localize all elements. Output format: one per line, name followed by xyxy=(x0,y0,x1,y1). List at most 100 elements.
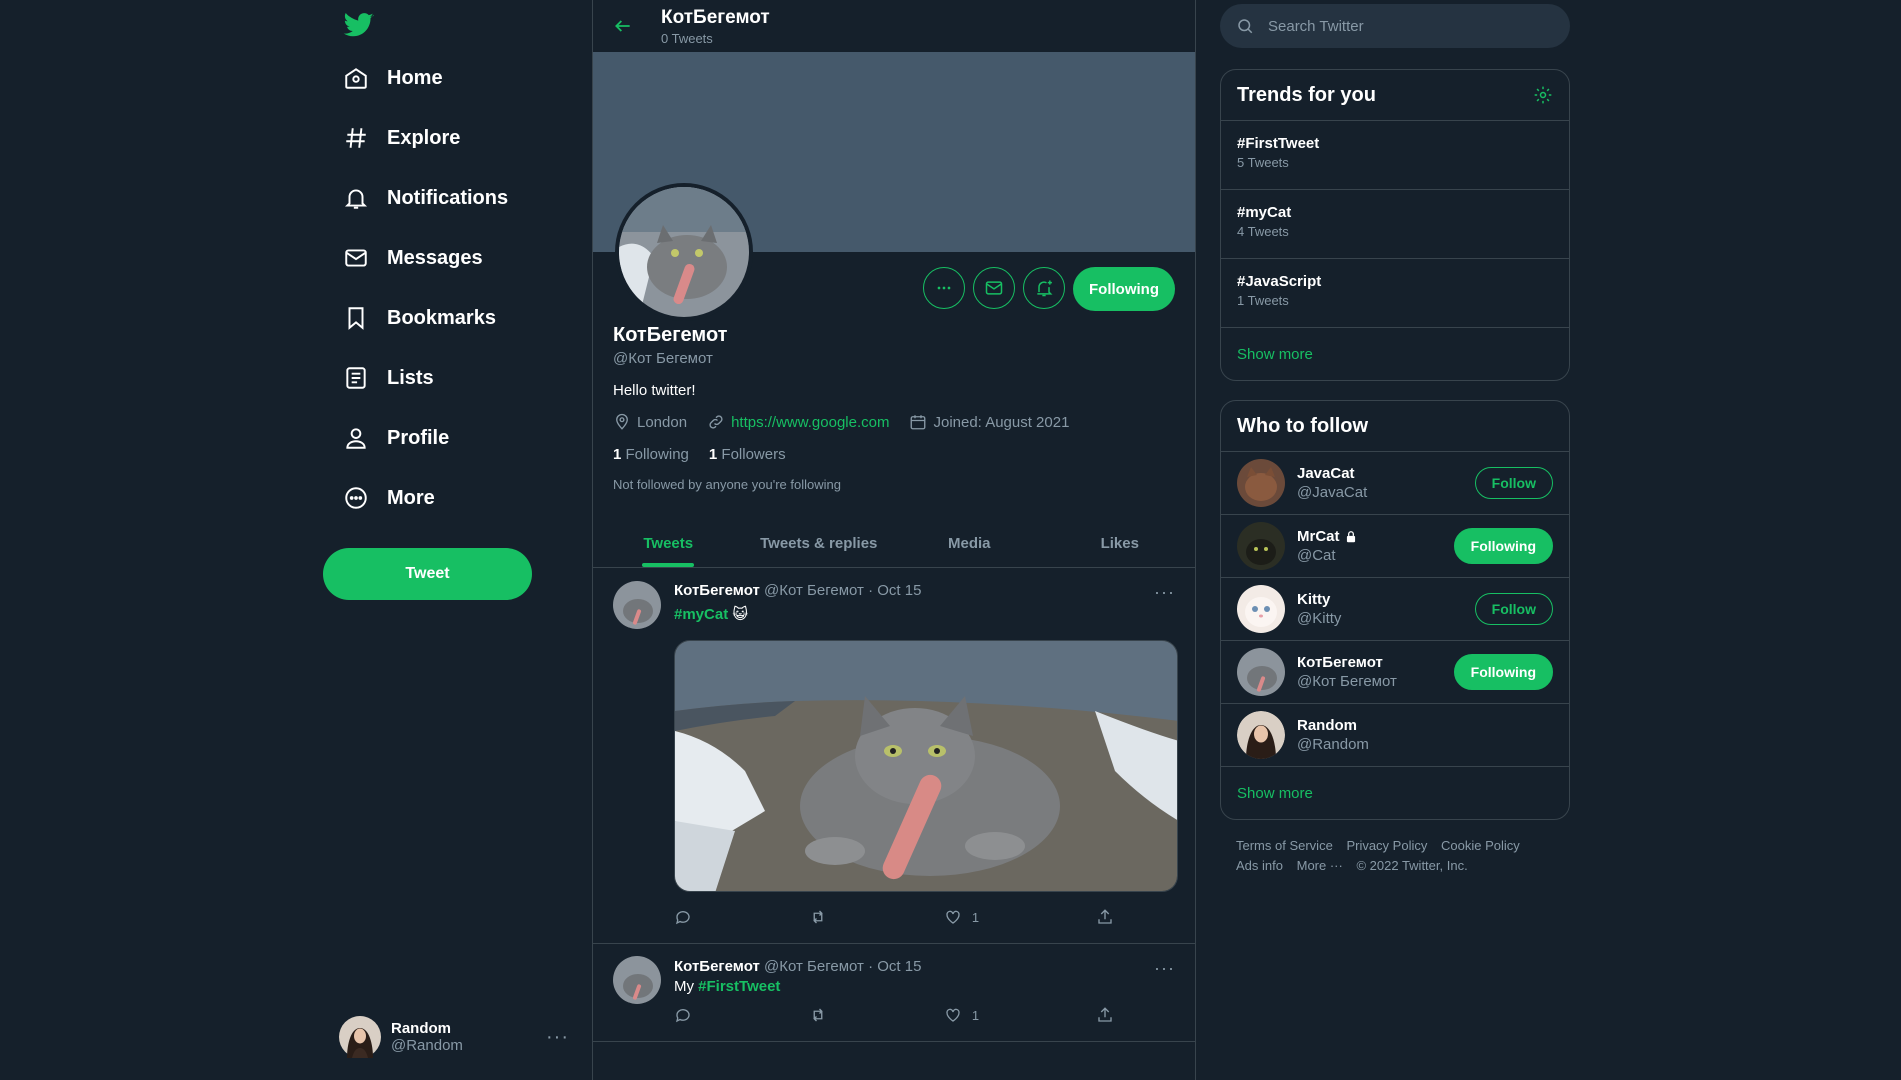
like-count: 1 xyxy=(971,1007,980,1023)
tab-media[interactable]: Media xyxy=(894,520,1045,567)
following-count: 1 xyxy=(613,446,622,463)
header-tweet-count: 0 Tweets xyxy=(661,30,713,46)
tweet-hashtag[interactable]: #FirstTweet xyxy=(698,978,780,995)
followers-count: 1 xyxy=(708,446,718,463)
trend-item[interactable]: #myCat 4 Tweets xyxy=(1221,190,1569,259)
tweet-image[interactable] xyxy=(674,640,1178,892)
follow-suggestion[interactable]: Kitty @Kitty Follow xyxy=(1221,578,1569,641)
following-button[interactable]: Following xyxy=(1453,528,1553,564)
follow-suggestion[interactable]: JavaCat @JavaCat Follow xyxy=(1221,452,1569,515)
nav-item-more[interactable]: More xyxy=(343,476,435,520)
avatar xyxy=(1237,585,1285,633)
follow-button[interactable]: Follow xyxy=(1474,467,1553,499)
trend-item[interactable]: #FirstTweet 5 Tweets xyxy=(1221,121,1569,190)
tab-likes[interactable]: Likes xyxy=(1045,520,1196,567)
nav-item-notifications[interactable]: Notifications xyxy=(343,176,508,220)
trend-item[interactable]: #JavaScript 1 Tweets xyxy=(1221,259,1569,328)
tweet-text: My #FirstTweet xyxy=(674,978,780,995)
nav-item-lists[interactable]: Lists xyxy=(343,356,434,400)
more-horizontal-icon xyxy=(937,286,951,290)
notify-button[interactable] xyxy=(1023,267,1066,309)
tweet-header: КотБегемот @Кот Бегемот · Oct 15 xyxy=(674,582,922,599)
tweet-more-button[interactable]: ··· xyxy=(1154,958,1175,979)
follow-suggestion[interactable]: MrCat @Cat Following xyxy=(1221,515,1569,578)
gear-icon[interactable] xyxy=(1533,85,1553,105)
retweet-button[interactable] xyxy=(809,1006,827,1024)
cat-emoji-icon: 😺 xyxy=(732,606,749,623)
reply-button[interactable] xyxy=(674,908,692,926)
profile-avatar[interactable] xyxy=(615,183,753,321)
tweet-author-name[interactable]: КотБегемот xyxy=(674,582,760,599)
profile-column: КотБегемот 0 Tweets Following КотБегемот… xyxy=(592,0,1196,1080)
follow-suggestion[interactable]: КотБегемот @Кот Бегемот Following xyxy=(1221,641,1569,704)
privacy-link[interactable]: Privacy Policy xyxy=(1346,838,1427,853)
tweet-author-handle: @Кот Бегемот xyxy=(764,582,864,599)
reply-icon xyxy=(675,911,690,925)
link-icon xyxy=(709,415,723,429)
tab-tweets-replies[interactable]: Tweets & replies xyxy=(744,520,895,567)
tweet-button[interactable]: Tweet xyxy=(323,548,532,600)
message-button[interactable] xyxy=(973,267,1016,309)
retweet-button[interactable] xyxy=(809,908,827,926)
more-link[interactable]: More ··· xyxy=(1297,858,1343,873)
more-dots-icon[interactable]: ··· xyxy=(546,1026,569,1049)
tweet-avatar[interactable] xyxy=(613,956,661,1004)
suggestion-name: JavaCat xyxy=(1297,465,1355,482)
nav-item-messages[interactable]: Messages xyxy=(343,236,483,280)
like-button[interactable]: 1 xyxy=(944,908,979,926)
tab-tweets[interactable]: Tweets xyxy=(593,520,744,567)
suggestion-name-text: MrCat xyxy=(1297,528,1340,545)
profile-handle: @Кот Бегемот xyxy=(613,350,713,367)
share-button[interactable] xyxy=(1096,908,1114,926)
suggestion-name: MrCat xyxy=(1297,528,1358,545)
trend-count: 1 Tweets xyxy=(1237,293,1289,308)
cat-photo xyxy=(619,187,749,317)
who-to-follow-show-more[interactable]: Show more xyxy=(1221,767,1569,819)
following-button[interactable]: Following xyxy=(1073,267,1175,311)
followed-by-note: Not followed by anyone you're following xyxy=(613,477,841,492)
tweet-avatar[interactable] xyxy=(613,581,661,629)
back-arrow-icon[interactable] xyxy=(613,16,633,36)
reply-button[interactable] xyxy=(674,1006,692,1024)
tweet-date[interactable]: Oct 15 xyxy=(877,958,921,975)
nav-item-home[interactable]: Home xyxy=(343,56,443,100)
tweet-hashtag[interactable]: #myCat xyxy=(674,606,728,623)
follow-suggestion[interactable]: Random @Random xyxy=(1221,704,1569,767)
nav-label: Notifications xyxy=(387,186,509,209)
tweet-date[interactable]: Oct 15 xyxy=(877,582,921,599)
trends-show-more[interactable]: Show more xyxy=(1221,328,1569,380)
followers-stat[interactable]: 1 Followers xyxy=(709,446,786,463)
following-stat[interactable]: 1 Following xyxy=(613,446,689,463)
tweet-text-prefix: My xyxy=(674,978,699,995)
twitter-bird-icon[interactable] xyxy=(343,10,375,40)
website-link[interactable]: https://www.google.com xyxy=(731,414,889,431)
share-button[interactable] xyxy=(1096,1006,1114,1024)
more-options-button[interactable] xyxy=(923,267,966,309)
search-input[interactable] xyxy=(1268,17,1528,35)
nav-item-profile[interactable]: Profile xyxy=(343,416,449,460)
ads-info-link[interactable]: Ads info xyxy=(1236,858,1283,873)
tweet-author-name[interactable]: КотБегемот xyxy=(674,958,760,975)
suggestion-name: КотБегемот xyxy=(1297,654,1383,671)
nav-item-bookmarks[interactable]: Bookmarks xyxy=(343,296,496,340)
like-count: 1 xyxy=(971,909,980,925)
tweet-item[interactable]: КотБегемот @Кот Бегемот · Oct 15 ··· My … xyxy=(593,944,1195,1042)
tweet-actions: 1 xyxy=(674,908,1114,926)
terms-link[interactable]: Terms of Service xyxy=(1236,838,1333,853)
tweet-more-button[interactable]: ··· xyxy=(1154,582,1175,603)
calendar-icon xyxy=(911,415,926,430)
heart-icon xyxy=(946,910,960,924)
follow-button[interactable]: Follow xyxy=(1474,593,1553,625)
nav-item-explore[interactable]: Explore xyxy=(343,116,460,160)
like-button[interactable]: 1 xyxy=(944,1006,979,1024)
retweet-icon xyxy=(813,910,823,924)
cookie-link[interactable]: Cookie Policy xyxy=(1441,838,1520,853)
profile-tabs: Tweets Tweets & replies Media Likes xyxy=(593,520,1195,568)
search-box[interactable] xyxy=(1220,4,1570,48)
tweet-item[interactable]: КотБегемот @Кот Бегемот · Oct 15 ··· #my… xyxy=(593,568,1195,944)
profile-stats: 1 Following 1 Followers xyxy=(613,446,786,463)
account-switcher[interactable]: Random @Random ··· xyxy=(339,1012,569,1062)
bookmark-icon xyxy=(348,307,364,330)
list-icon xyxy=(346,367,366,389)
following-button[interactable]: Following xyxy=(1453,654,1553,690)
